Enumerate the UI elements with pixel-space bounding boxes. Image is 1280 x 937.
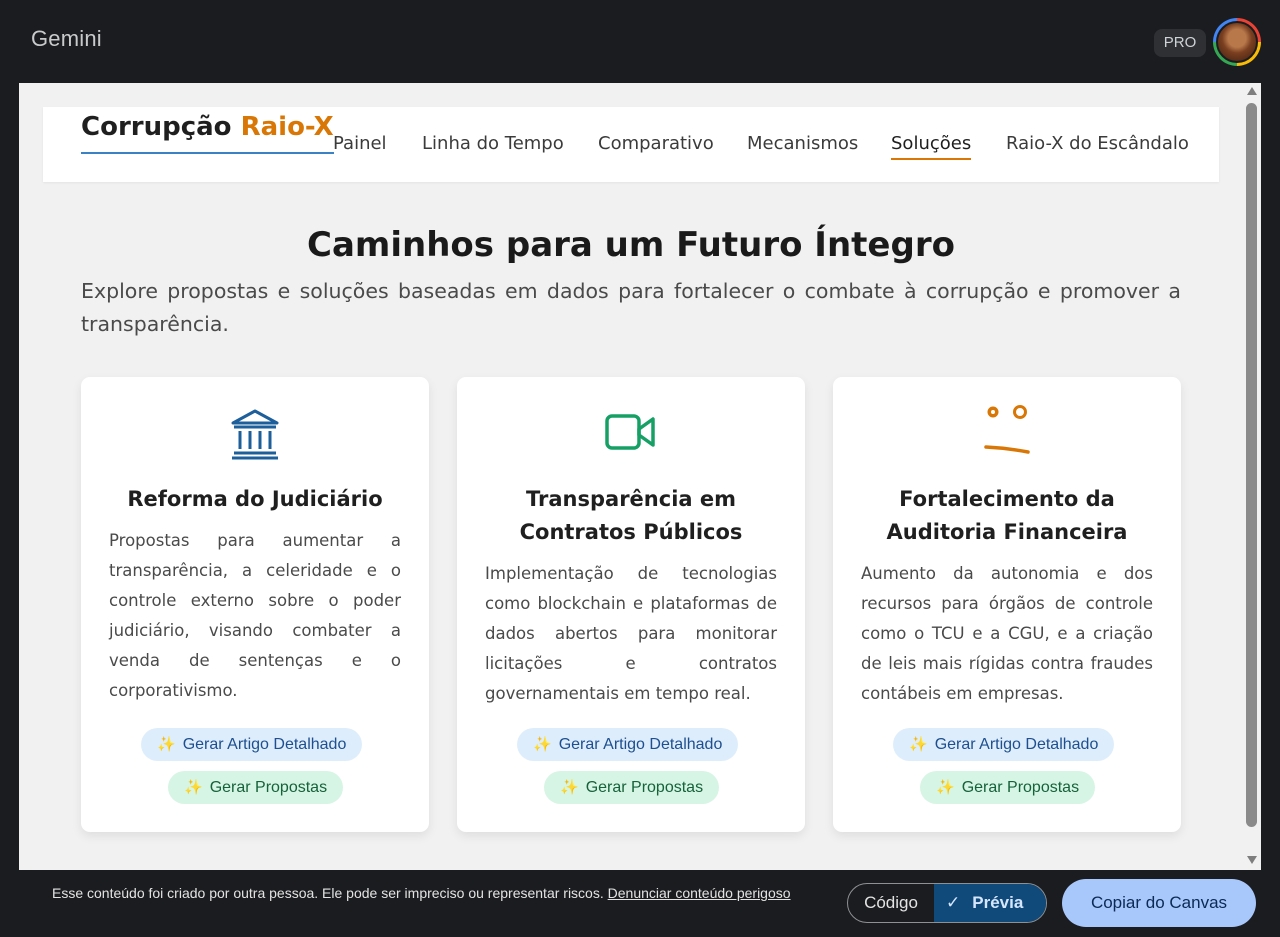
app-header: Gemini PRO [0,0,1280,83]
nav-linha-do-tempo[interactable]: Linha do Tempo [422,133,564,158]
solution-card: Reforma do Judiciário Propostas para aum… [81,377,429,832]
card-title: Reforma do Judiciário [127,487,383,511]
avatar[interactable] [1213,18,1261,66]
button-label: Gerar Artigo Detalhado [558,736,723,753]
nav-mecanismos[interactable]: Mecanismos [747,133,858,158]
nav-solucoes[interactable]: Soluções [891,133,972,160]
pro-badge: PRO [1154,29,1206,57]
canvas-scrollbar[interactable] [1243,83,1261,870]
app-name[interactable]: Gemini [31,26,102,52]
generate-proposals-button[interactable]: ✨ Gerar Propostas [544,771,720,804]
solution-card: Fortalecimento da Auditoria Financeira A… [833,377,1181,832]
button-label: Gerar Propostas [209,779,328,796]
generate-proposals-button[interactable]: ✨ Gerar Propostas [920,771,1096,804]
nav-painel[interactable]: Painel [333,133,387,158]
sparkle-icon: ✨ [184,779,203,796]
page-subtitle: Explore propostas e soluções baseadas em… [81,279,1181,336]
video-camera-icon [457,413,805,453]
card-description: Aumento da autonomia e dos recursos para… [861,564,1153,703]
button-label: Gerar Propostas [585,779,704,796]
sparkle-icon: ✨ [936,779,955,796]
sparkle-icon: ✨ [909,736,928,753]
preview-toggle-button[interactable]: ✓ Prévia [934,884,1046,922]
page-title: Caminhos para um Futuro Íntegro [307,225,955,265]
card-description: Implementação de tecnologias como blockc… [485,564,777,703]
preview-label: Prévia [972,893,1024,912]
button-label: Gerar Artigo Detalhado [934,736,1099,753]
generate-article-button[interactable]: ✨ Gerar Artigo Detalhado [517,728,739,761]
avatar-image [1216,21,1258,63]
report-content-link[interactable]: Denunciar conteúdo perigoso [608,885,791,901]
check-icon: ✓ [946,893,961,912]
button-label: Gerar Artigo Detalhado [182,736,347,753]
footer-bar: Esse conteúdo foi criado por outra pesso… [0,870,1280,937]
nav-raio-x-do-escandalo[interactable]: Raio-X do Escândalo [1006,133,1189,158]
bank-icon [81,407,429,461]
scroll-up-arrow-icon[interactable] [1247,87,1257,95]
sparkle-icon: ✨ [157,736,176,753]
card-title: Transparência em Contratos Públicos [519,487,743,544]
scroll-thumb[interactable] [1246,103,1257,827]
code-toggle-button[interactable]: Código [848,884,934,922]
disclaimer-text: Esse conteúdo foi criado por outra pesso… [52,885,604,901]
sparkle-icon: ✨ [533,736,552,753]
card-description: Propostas para aumentar a transparência,… [109,531,401,700]
generate-article-button[interactable]: ✨ Gerar Artigo Detalhado [893,728,1115,761]
card-title: Fortalecimento da Auditoria Financeira [886,487,1128,544]
scroll-down-arrow-icon[interactable] [1247,856,1257,864]
copy-canvas-button[interactable]: Copiar do Canvas [1062,879,1256,927]
sparkle-icon: ✨ [560,779,579,796]
face-icon [833,402,1181,458]
site-title-accent: Raio-X [240,112,334,142]
site-navbar: Corrupção Raio-X Painel Linha do Tempo C… [43,107,1219,182]
content-disclaimer: Esse conteúdo foi criado por outra pesso… [52,884,812,903]
solution-card: Transparência em Contratos Públicos Impl… [457,377,805,832]
canvas-preview: Corrupção Raio-X Painel Linha do Tempo C… [19,83,1261,870]
nav-comparativo[interactable]: Comparativo [598,133,714,158]
view-toggle: Código ✓ Prévia [847,883,1047,923]
generate-article-button[interactable]: ✨ Gerar Artigo Detalhado [141,728,363,761]
site-title-main: Corrupção [81,112,232,142]
generate-proposals-button[interactable]: ✨ Gerar Propostas [168,771,344,804]
site-title[interactable]: Corrupção Raio-X [81,112,334,154]
button-label: Gerar Propostas [961,779,1080,796]
